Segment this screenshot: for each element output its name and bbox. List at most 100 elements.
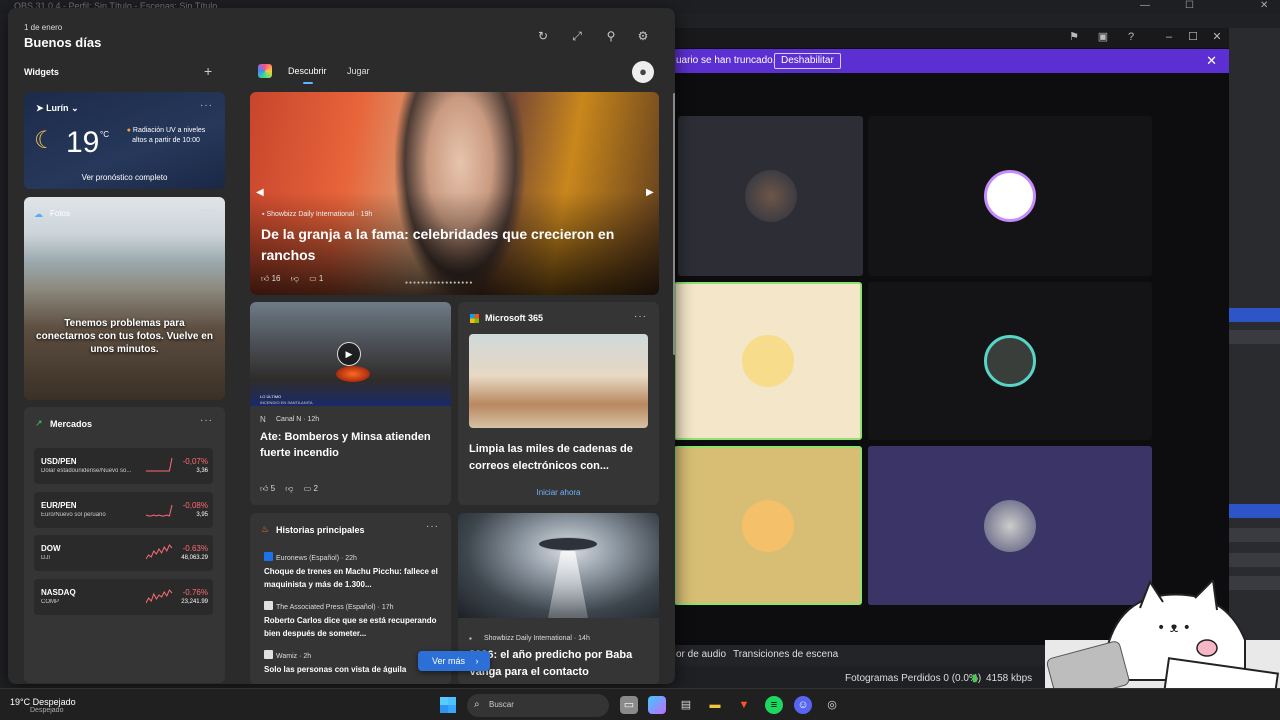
obs-side-panel bbox=[1229, 28, 1280, 648]
hero-article[interactable]: ◀ ▶ ▪ Showbizz Daily International · 19h… bbox=[250, 92, 659, 295]
carousel-prev-icon[interactable]: ◀ bbox=[256, 187, 264, 198]
story-item[interactable]: The Associated Press (Español) · 17h Rob… bbox=[264, 601, 440, 640]
participant-tile[interactable] bbox=[674, 282, 862, 440]
list-item[interactable] bbox=[1229, 330, 1280, 344]
spotify-icon[interactable]: ≡ bbox=[765, 696, 783, 714]
like-icon[interactable]: 👍︎ bbox=[260, 484, 268, 493]
market-row[interactable]: EUR/PEN Euro/Nuevo sol peruano -0,08% 3,95 bbox=[34, 492, 213, 528]
maximize-icon[interactable]: ☐ bbox=[1186, 30, 1200, 44]
participant-tile[interactable] bbox=[674, 446, 862, 605]
see-more-button[interactable]: Ver más › bbox=[418, 651, 490, 671]
close-icon[interactable]: ✕ bbox=[1210, 30, 1224, 44]
moon-icon: ☾ bbox=[34, 127, 56, 154]
trend-icon: ↗ bbox=[35, 418, 43, 428]
file-explorer-icon[interactable]: ▬ bbox=[706, 696, 724, 714]
article-title[interactable]: 2026: el año predicho por Baba Vanga par… bbox=[469, 647, 655, 681]
more-options-icon[interactable]: ··· bbox=[200, 415, 213, 426]
taskbar-weather[interactable]: 19°C Despejado bbox=[10, 697, 76, 707]
flag-icon[interactable]: ⚑ bbox=[1067, 30, 1081, 44]
article-title[interactable]: Ate: Bomberos y Minsa atienden fuerte in… bbox=[260, 429, 445, 461]
m365-widget[interactable]: Microsoft 365 ··· Limpia las miles de ca… bbox=[458, 302, 659, 505]
display-icon[interactable]: ▣ bbox=[1096, 30, 1110, 44]
brave-icon[interactable]: ▼ bbox=[735, 696, 753, 714]
m365-title[interactable]: Limpia las miles de cadenas de correos e… bbox=[469, 441, 653, 475]
carousel-next-icon[interactable]: ▶ bbox=[646, 187, 654, 198]
flame-icon: ♨ bbox=[261, 524, 270, 534]
expand-icon[interactable]: ⤢ bbox=[569, 28, 585, 44]
article-reactions: 👍︎ 5 👎︎ ▭ 2 bbox=[260, 484, 318, 494]
dislike-icon[interactable]: 👎︎ bbox=[291, 274, 299, 283]
taskbar-weather-sub: Despejado bbox=[30, 707, 64, 714]
market-symbol: EUR/PEN bbox=[41, 501, 77, 510]
article-source: ▪ Showbizz Daily International · 19h bbox=[262, 211, 372, 218]
list-item[interactable] bbox=[1229, 504, 1280, 518]
taskbar: 19°C Despejado Despejado ⌕ Buscar ▭ ▤ ▬ … bbox=[0, 688, 1280, 720]
participant-tile[interactable] bbox=[678, 116, 863, 276]
uv-alert[interactable]: ● Radiación UV a niveles altos a partir … bbox=[120, 126, 212, 146]
tab-discover[interactable]: Descubrir bbox=[288, 66, 327, 76]
story-source: Euronews (Español) · 22h bbox=[276, 555, 357, 562]
pin-icon[interactable]: ⚲ bbox=[603, 28, 619, 44]
dislike-icon[interactable]: 👎︎ bbox=[285, 484, 293, 493]
market-row[interactable]: NASDAQ COMP -0.76% 23,241.99 bbox=[34, 579, 213, 615]
more-options-icon[interactable]: ··· bbox=[200, 100, 213, 111]
add-widget-button[interactable]: + bbox=[204, 63, 212, 79]
market-value: 3,36 bbox=[196, 468, 208, 474]
list-item[interactable] bbox=[1229, 308, 1280, 322]
market-change: -0,07% bbox=[182, 457, 208, 466]
carousel-dots[interactable]: ●●●●●●●●●●●●●●●●● bbox=[405, 280, 473, 286]
markets-widget[interactable]: ↗ Mercados ··· USD/PEN Dólar estadouniden… bbox=[24, 407, 225, 683]
minimize-icon[interactable]: — bbox=[1140, 0, 1150, 11]
market-row[interactable]: USD/PEN Dólar estadounidense/Nuevo so... -… bbox=[34, 448, 213, 484]
minimize-icon[interactable]: – bbox=[1162, 30, 1176, 44]
copilot-icon[interactable] bbox=[648, 696, 666, 714]
weather-location[interactable]: ➤ Lurín ⌄ bbox=[36, 103, 79, 114]
task-view-icon[interactable]: ▭ bbox=[620, 696, 638, 714]
participant-tile[interactable] bbox=[868, 116, 1152, 276]
news-article[interactable]: ▶ LO ÚLTIMO INCENDIO EN SANTA ANITA N Ca… bbox=[250, 302, 451, 505]
more-options-icon[interactable]: ··· bbox=[200, 205, 213, 216]
discord-icon[interactable]: ☺ bbox=[794, 696, 812, 714]
start-icon[interactable] bbox=[440, 697, 456, 713]
story-item[interactable]: Wamiz · 2h Solo las personas con vista d… bbox=[264, 650, 440, 676]
photos-widget[interactable]: ☁ Fotos ··· Tenemos problemas para conec… bbox=[24, 197, 225, 400]
list-item[interactable] bbox=[1229, 553, 1280, 567]
like-icon[interactable]: 👍︎ bbox=[261, 274, 269, 283]
comment-icon[interactable]: ▭ bbox=[304, 484, 312, 493]
article-title[interactable]: De la granja a la fama: celebridades que… bbox=[261, 224, 651, 266]
scrollbar[interactable] bbox=[673, 93, 675, 355]
tab-play[interactable]: Jugar bbox=[347, 66, 370, 76]
tab-audio-mixer[interactable]: or de audio bbox=[676, 649, 726, 660]
start-now-link[interactable]: Iniciar ahora bbox=[458, 488, 659, 497]
maximize-icon[interactable]: ☐ bbox=[1185, 0, 1194, 11]
greeting: Buenos días bbox=[24, 35, 102, 50]
disable-button[interactable]: Deshabilitar bbox=[774, 53, 841, 69]
obs-icon[interactable]: ◎ bbox=[823, 696, 841, 714]
market-row[interactable]: DOW DJI -0.63% 48,063.29 bbox=[34, 535, 213, 571]
close-icon[interactable]: ✕ bbox=[1260, 0, 1268, 11]
play-icon[interactable]: ▶ bbox=[337, 342, 361, 366]
gear-icon[interactable]: ⚙ bbox=[635, 28, 651, 44]
cat-face: • ᴥ • bbox=[1157, 620, 1191, 636]
store-icon[interactable]: ▤ bbox=[677, 696, 695, 714]
profile-avatar-icon[interactable]: ● bbox=[632, 61, 654, 83]
list-item[interactable] bbox=[1229, 528, 1280, 542]
m365-label: Microsoft 365 bbox=[485, 313, 544, 323]
search-input[interactable]: ⌕ Buscar bbox=[467, 694, 609, 717]
tab-scene-transitions[interactable]: Transiciones de escena bbox=[733, 649, 838, 660]
weather-widget[interactable]: ➤ Lurín ⌄ ··· ☾ 19 °C ● Radiación UV a n… bbox=[24, 92, 225, 189]
ufo-icon bbox=[538, 537, 598, 551]
comment-icon[interactable]: ▭ bbox=[309, 274, 317, 283]
forecast-link[interactable]: Ver pronóstico completo bbox=[24, 173, 225, 182]
participant-tile[interactable] bbox=[868, 282, 1152, 440]
help-icon[interactable]: ? bbox=[1124, 30, 1138, 44]
more-options-icon[interactable]: ··· bbox=[634, 311, 647, 322]
article-source: Canal N · 12h bbox=[276, 416, 320, 423]
close-icon[interactable]: ✕ bbox=[1206, 53, 1217, 69]
refresh-icon[interactable]: ↻ bbox=[535, 28, 551, 44]
article-reactions: 👍︎ 16 👎︎ ▭ 1 bbox=[261, 274, 323, 284]
more-options-icon[interactable]: ··· bbox=[426, 521, 439, 532]
avatar bbox=[984, 335, 1036, 387]
sparkline bbox=[146, 544, 173, 560]
story-item[interactable]: Euronews (Español) · 22h Choque de trene… bbox=[264, 552, 440, 591]
